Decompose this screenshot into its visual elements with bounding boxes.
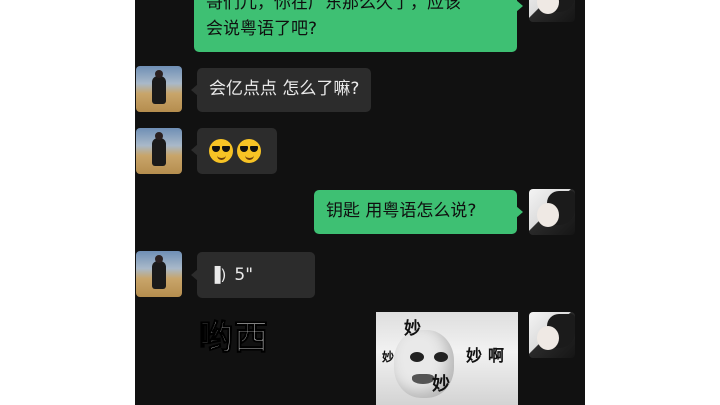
voice-duration: 5" [234,265,254,285]
sticker-text: 妙 [466,346,483,365]
avatar-self[interactable] [529,312,575,358]
message-text: 会亿点点 怎么了嘛? [209,79,360,99]
avatar-figure [152,132,166,166]
sunglasses-icon [240,146,258,152]
message-bubble-incoming[interactable]: 会亿点点 怎么了嘛? [190,68,372,112]
message-bubble-outgoing[interactable]: 哥们儿，你在广东那么久了，应该 会说粤语了吧? [194,0,523,52]
message-bubble-incoming[interactable] [191,128,277,174]
smile-icon [245,154,254,160]
message-text: 钥匙 用粤语怎么说? [326,201,477,221]
avatar-figure [152,70,166,104]
panda-sticker[interactable]: 妙 妙 妙 啊 妙 [376,312,518,405]
chat-screen: 哥们儿，你在广东那么久了，应该 会说粤语了吧? 会亿点点 怎么了嘛? 钥匙 用粤… [135,0,585,405]
sticker-text: 啊 [488,346,505,365]
avatar-self[interactable] [529,189,575,235]
panda-mouth-icon [412,374,434,384]
message-bubble-outgoing[interactable]: 钥匙 用粤语怎么说? [314,190,523,234]
panda-eye-icon [410,352,424,362]
voice-icon: ▐) [209,266,227,284]
avatar-face [537,326,559,350]
message-text-line: 会说粤语了吧? [206,19,318,39]
avatar-contact[interactable] [136,66,182,112]
sticker-text: 妙 [404,319,421,339]
smile-icon [217,154,226,160]
avatar-contact[interactable] [136,128,182,174]
message-text-line: 哥们儿，你在广东那么久了，应该 [206,0,461,13]
avatar-self[interactable] [529,0,575,22]
sticker-text: 妙 [382,350,395,364]
emoji-row [209,136,265,166]
voice-message-bubble[interactable]: ▐) 5" [191,252,315,298]
avatar-contact[interactable] [136,251,182,297]
panda-eye-icon [434,352,448,362]
avatar-figure [152,255,166,289]
cool-emoji-icon [237,139,261,163]
cool-emoji-icon [209,139,233,163]
sunglasses-icon [212,146,230,152]
sticker-text: 妙 [432,374,450,395]
video-caption: 哟西 [199,318,269,359]
avatar-face [537,203,559,227]
